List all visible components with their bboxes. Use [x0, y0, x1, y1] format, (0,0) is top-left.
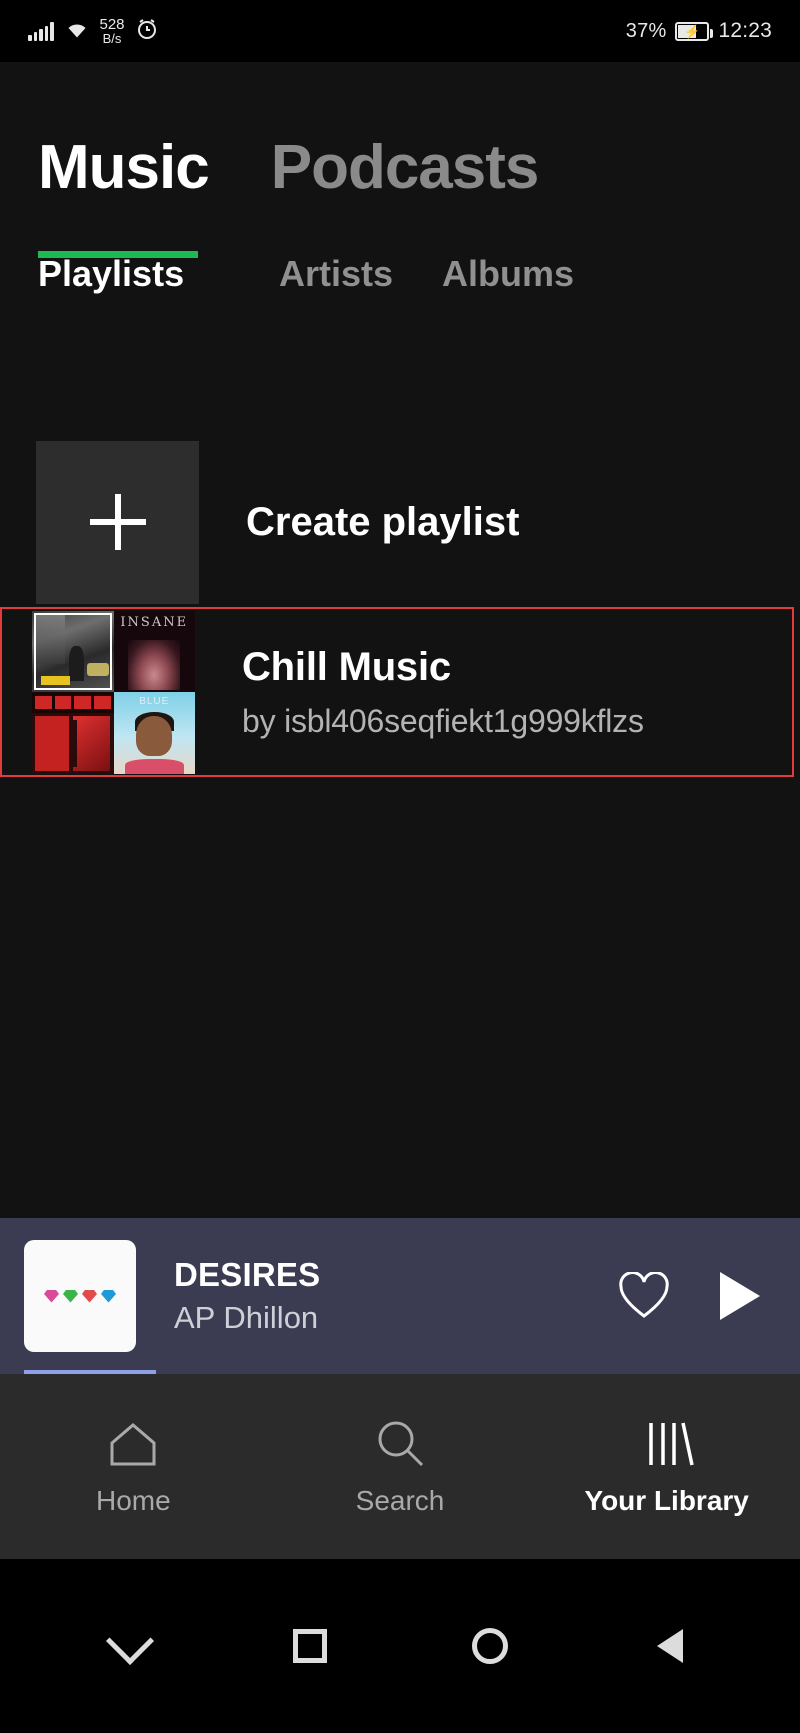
nav-label-home: Home [95, 1484, 171, 1516]
status-bar: 528 B/s 37% ⚡ 12:23 [0, 0, 800, 62]
clock: 12:23 [718, 19, 772, 42]
now-playing-title: DESIRES [174, 1256, 321, 1293]
triangle-left-icon[interactable] [635, 1611, 705, 1681]
sub-tab-bar: Playlists Artists Albums [0, 199, 800, 292]
phone-screen: 528 B/s 37% ⚡ 12:23 Music Podcasts Playl… [0, 0, 800, 1733]
create-playlist-thumbnail [36, 440, 199, 604]
battery-charging-icon: ⚡ [675, 21, 714, 41]
playlist-text-block: Chill Music by isbl406seqfiekt1g999kflzs [195, 645, 644, 740]
now-playing-bar[interactable]: DESIRES AP Dhillon [0, 1218, 800, 1374]
alarm-clock-icon [135, 17, 159, 46]
cover-tile-blue-sky-portrait: BLUE [113, 692, 195, 774]
chevron-down-icon[interactable] [95, 1611, 165, 1681]
library-header: Music Podcasts Playlists Artists Albums [0, 62, 800, 292]
network-speed: 528 B/s [99, 15, 125, 47]
tab-playlists[interactable]: Playlists [38, 256, 279, 292]
nav-item-search[interactable]: Search [267, 1417, 534, 1517]
nav-item-home[interactable]: Home [0, 1417, 267, 1517]
active-tab-indicator [38, 251, 198, 258]
tab-podcasts[interactable]: Podcasts [271, 137, 540, 199]
tab-artists[interactable]: Artists [279, 256, 442, 292]
gem-icon [44, 1290, 59, 1303]
android-system-nav [0, 1559, 800, 1733]
playlist-row-chill-music[interactable]: INSANE BLUE Chill Music by isbl406seqfie… [0, 607, 794, 777]
main-tab-bar: Music Podcasts [0, 62, 800, 199]
status-bar-left: 528 B/s [28, 15, 159, 47]
now-playing-actions [618, 1272, 776, 1320]
nav-label-your-library: Your Library [584, 1484, 749, 1516]
cover-tile-toxic [32, 692, 114, 774]
heart-icon[interactable] [618, 1272, 670, 1320]
library-icon [638, 1417, 696, 1471]
nav-label-search: Search [355, 1484, 445, 1516]
play-icon[interactable] [720, 1272, 760, 1320]
create-playlist-label: Create playlist [246, 499, 520, 544]
signal-icon [28, 21, 54, 41]
now-playing-artist: AP Dhillon [174, 1300, 319, 1335]
bottom-navigation: Home Search Your Library [0, 1374, 800, 1559]
playlist-list: Create playlist INSANE BLUE Chill Music … [0, 437, 800, 777]
playlist-title: Chill Music [242, 644, 451, 689]
playlist-cover-mosaic: INSANE BLUE [32, 610, 195, 774]
home-icon [106, 1417, 160, 1471]
network-speed-value: 528 [99, 15, 125, 33]
gem-icon [101, 1290, 116, 1303]
battery-percent: 37% [625, 19, 667, 42]
cover-tile-insane: INSANE [113, 610, 195, 692]
now-playing-artwork [24, 1240, 136, 1352]
gem-icon [63, 1290, 78, 1303]
now-playing-text: DESIRES AP Dhillon [136, 1256, 618, 1336]
search-icon [373, 1417, 427, 1471]
square-icon[interactable] [275, 1611, 345, 1681]
plus-icon [89, 494, 146, 550]
network-speed-unit: B/s [102, 31, 122, 47]
tab-albums[interactable]: Albums [442, 256, 574, 292]
cover-tile-city-street [32, 610, 114, 692]
playlist-owner: by isbl406seqfiekt1g999kflzs [242, 702, 644, 739]
nav-item-your-library[interactable]: Your Library [533, 1417, 800, 1517]
wifi-icon [64, 19, 90, 44]
tab-music[interactable]: Music [38, 137, 210, 199]
circle-icon[interactable] [455, 1611, 525, 1681]
create-playlist-row[interactable]: Create playlist [0, 437, 800, 607]
status-bar-right: 37% ⚡ 12:23 [626, 19, 772, 43]
gem-icon [82, 1290, 97, 1303]
